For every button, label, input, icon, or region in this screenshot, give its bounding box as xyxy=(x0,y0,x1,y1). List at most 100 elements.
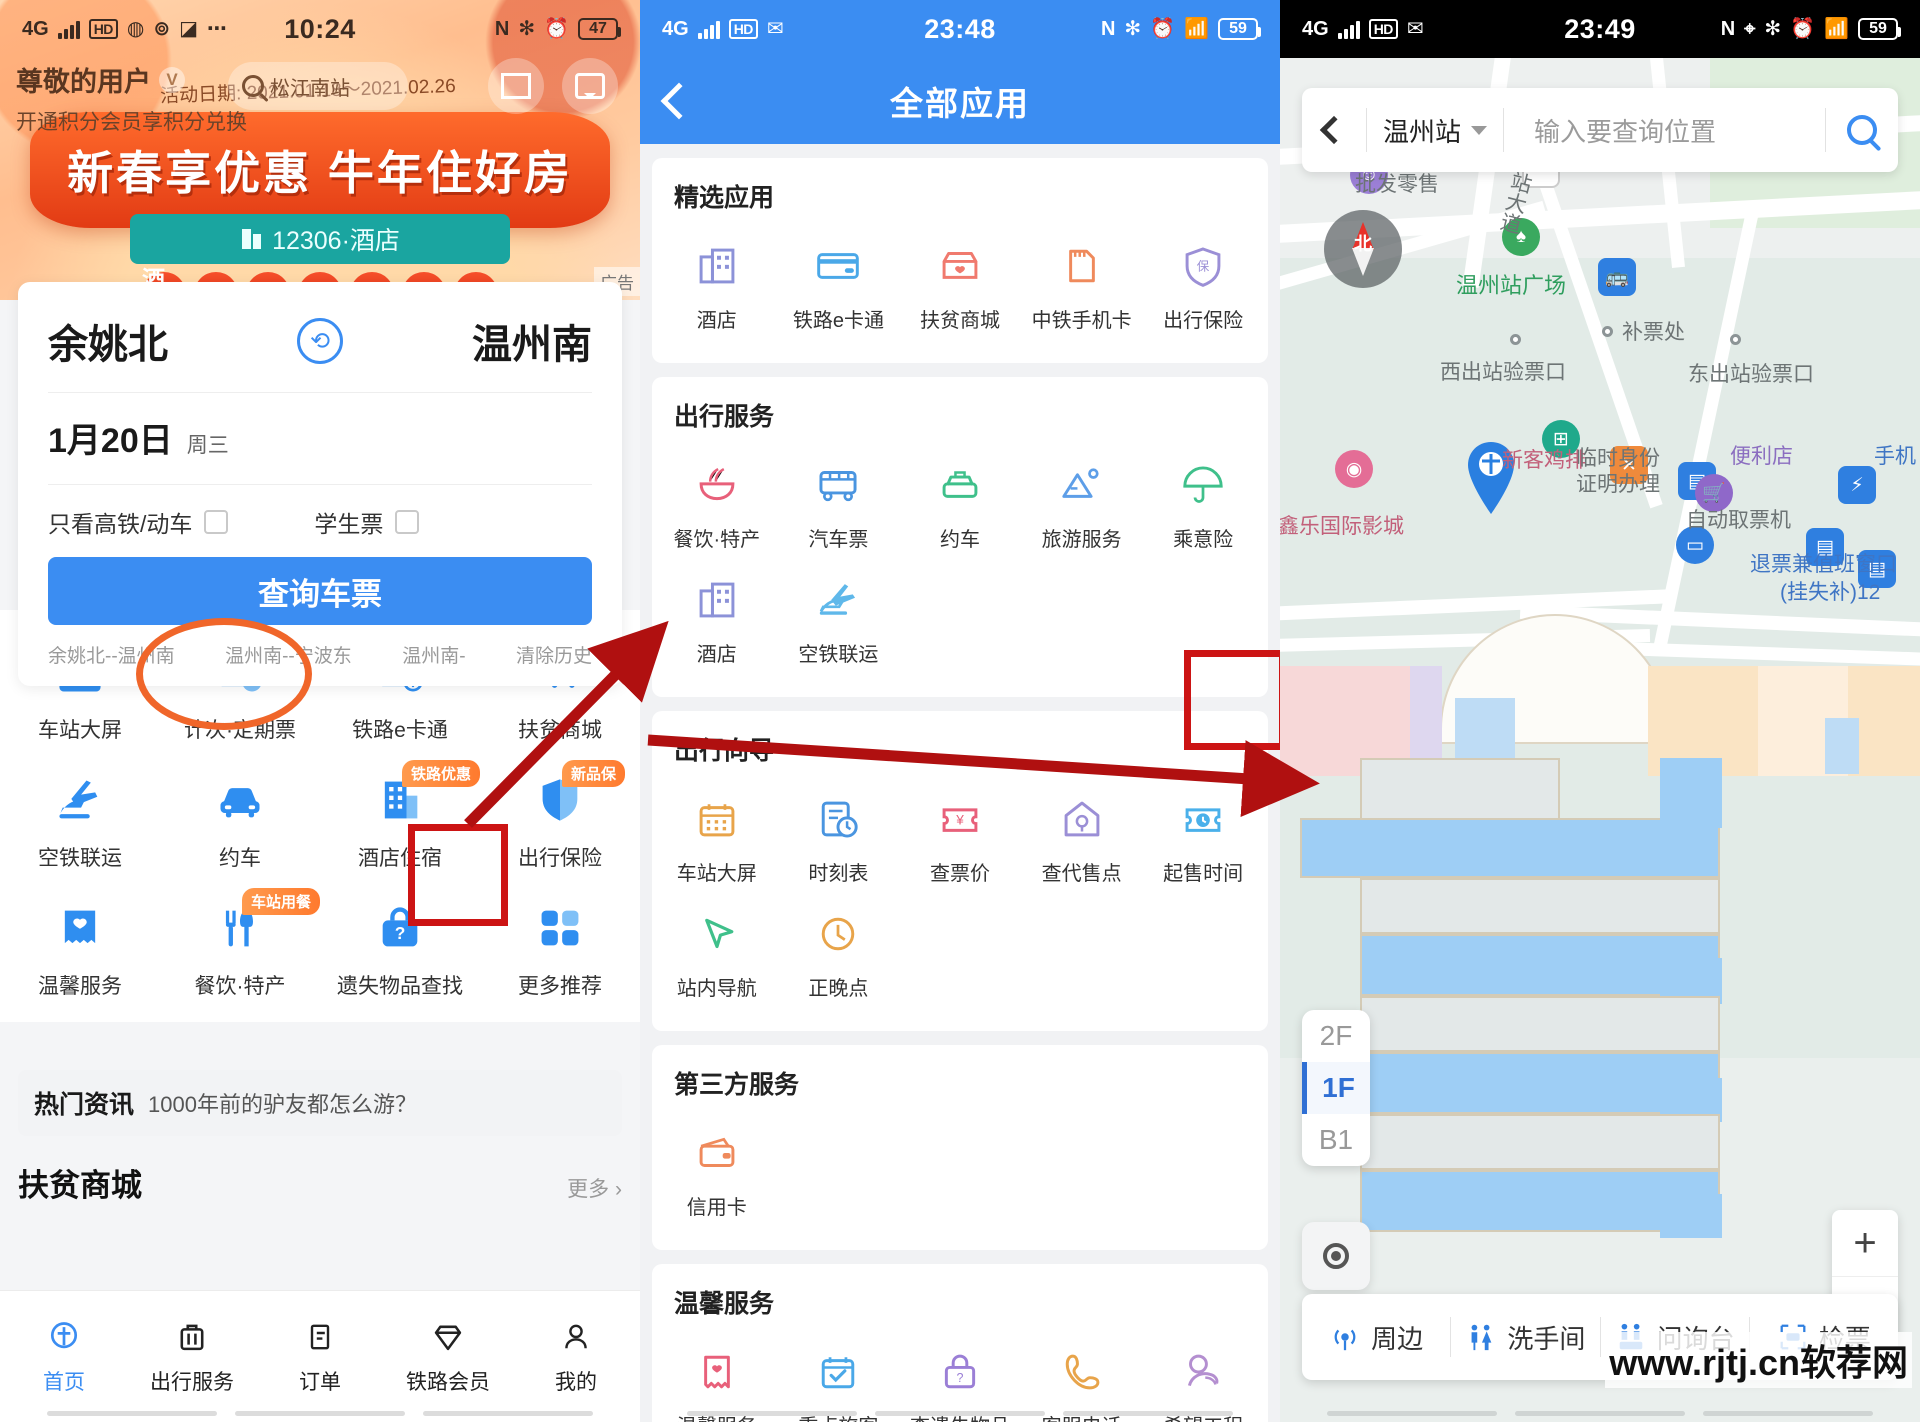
location-search-input[interactable]: 输入要查询位置 xyxy=(1504,112,1825,149)
ticket-clock-icon xyxy=(1177,793,1229,845)
locate-me-icon xyxy=(1323,1243,1349,1269)
battery-indicator: 47 xyxy=(578,18,621,40)
hotel-small-icon xyxy=(242,229,262,249)
student-option[interactable]: 学生票 xyxy=(314,505,420,539)
map-label-5: 西出站验票口 xyxy=(1440,361,1566,384)
calendar-board-icon xyxy=(691,793,743,845)
app-hotel[interactable]: 酒店 xyxy=(656,224,778,339)
app-sim-card[interactable]: 中铁手机卡 xyxy=(1021,224,1143,339)
home-indicator-panel3 xyxy=(1280,1411,1920,1416)
locate-me-button[interactable] xyxy=(1302,1222,1370,1290)
high-speed-checkbox[interactable] xyxy=(204,510,229,534)
three-panel-screenshot: 活动日期: 2021.01.18～2021.02.26 新春享优惠 牛年住好房 … xyxy=(0,0,1920,1422)
app-punctuality[interactable]: 正晚点 xyxy=(778,892,900,1007)
floor-option-2f[interactable]: 2F xyxy=(1302,1010,1370,1062)
app-accident-insurance[interactable]: 乘意险 xyxy=(1142,443,1264,558)
back-button[interactable] xyxy=(1302,115,1366,145)
grid-item-ride-hailing[interactable]: 约车 xyxy=(160,756,320,884)
app-label: 空铁联运 xyxy=(798,644,879,666)
app-timetable[interactable]: 时刻表 xyxy=(778,777,900,892)
grid-label: 温馨服务 xyxy=(38,975,122,998)
tab-home[interactable]: 首页 xyxy=(0,1291,128,1422)
app-rail-ecard[interactable]: 铁路e卡通 xyxy=(778,224,900,339)
to-station[interactable]: 温州南 xyxy=(472,312,592,370)
zoom-in-button[interactable]: + xyxy=(1832,1210,1898,1276)
timetable-clock-icon xyxy=(812,793,864,845)
action-label: 周边 xyxy=(1371,1323,1424,1354)
greeting-text: 尊敬的用户 xyxy=(16,67,151,97)
app-air-rail[interactable]: 空铁联运 xyxy=(778,558,900,673)
app-ride-hailing[interactable]: 约车 xyxy=(899,443,1021,558)
app-hotel-2[interactable]: 酒店 xyxy=(656,558,778,673)
svg-text:¥: ¥ xyxy=(955,813,964,828)
section-more-link[interactable]: 更多 › xyxy=(567,1173,622,1203)
poi-bus-stop-icon[interactable]: 🚌 xyxy=(1598,258,1636,296)
query-tickets-button[interactable]: 查询车票 xyxy=(48,557,592,625)
app-service-phone[interactable]: 客服电话 xyxy=(1021,1330,1143,1422)
tab-orders[interactable]: 订单 xyxy=(256,1291,384,1422)
grid-item-air-rail[interactable]: 空铁联运 xyxy=(0,756,160,884)
app-bus-ticket[interactable]: 汽车票 xyxy=(778,443,900,558)
station-selector[interactable]: 温州站 xyxy=(1367,112,1503,149)
app-key-passenger[interactable]: 重点旅客 xyxy=(778,1330,900,1422)
hot-news-bar[interactable]: 热门资讯 1000年前的驴友都怎么游？ xyxy=(18,1070,622,1136)
status-bar-panel3: 4G HD ✉ 23:49 N ⌖ ✻ ⏰ 📶 59 xyxy=(1280,0,1920,58)
floor-option-1f[interactable]: 1F xyxy=(1302,1062,1370,1114)
section-title: 温馨服务 xyxy=(674,1290,775,1318)
ticket-search-card: 余姚北 ⟲ 温州南 1月20日 周三 只看高铁/动车 学生票 查询车票 余姚北-… xyxy=(18,282,622,686)
student-label: 学生票 xyxy=(314,511,384,537)
scan-button[interactable] xyxy=(488,58,544,114)
app-agency[interactable]: 查代售点 xyxy=(1021,777,1143,892)
diamond-icon xyxy=(430,1317,466,1357)
app-poverty-mall[interactable]: 扶贫商城 xyxy=(899,224,1021,339)
swap-station-icon[interactable]: ⟲ xyxy=(297,318,343,364)
tab-travel-service[interactable]: 出行服务 xyxy=(128,1291,256,1422)
compass-control[interactable]: 北 xyxy=(1324,210,1402,288)
app-warm-service[interactable]: 温馨服务 xyxy=(656,1330,778,1422)
svg-text:?: ? xyxy=(957,1371,964,1385)
bus-icon xyxy=(812,459,864,511)
clock-icon xyxy=(812,908,864,960)
app-credit-card[interactable]: 信用卡 xyxy=(656,1111,778,1226)
app-sale-time[interactable]: 起售时间 xyxy=(1142,777,1264,892)
date-row[interactable]: 1月20日 周三 xyxy=(48,393,592,484)
search-button[interactable] xyxy=(1826,115,1898,145)
student-checkbox[interactable] xyxy=(395,510,420,534)
app-label: 旅游服务 xyxy=(1041,529,1122,551)
message-button[interactable] xyxy=(562,58,618,114)
app-ticket-price[interactable]: ¥ 查票价 xyxy=(899,777,1021,892)
app-travel-insurance[interactable]: 保 出行保险 xyxy=(1142,224,1264,339)
badge-new-product: 新品保 xyxy=(562,760,626,787)
app-hope-project[interactable]: 希望工程 xyxy=(1142,1330,1264,1422)
action-restroom[interactable]: 洗手间 xyxy=(1451,1319,1599,1356)
heart-service-icon xyxy=(52,900,108,956)
poi-cinema-icon[interactable]: ◉ xyxy=(1335,450,1373,488)
mail-icon: ✉ xyxy=(1406,18,1424,40)
wechat-icon: ◍ xyxy=(126,18,145,40)
app-label: 酒店 xyxy=(696,310,737,332)
station-name: 温州站 xyxy=(1383,116,1462,147)
hd-icon: HD xyxy=(728,19,758,39)
tab-profile[interactable]: 我的 xyxy=(512,1291,640,1422)
app-station-navigation[interactable]: 站内导航 xyxy=(656,892,778,1007)
poi-phone-charge-icon[interactable]: ⚡ xyxy=(1838,466,1876,504)
app-station-board[interactable]: 车站大屏 xyxy=(656,777,778,892)
umbrella-icon xyxy=(1177,459,1229,511)
action-nearby[interactable]: 周边 xyxy=(1302,1319,1450,1356)
grid-item-warm-service[interactable]: 温馨服务 xyxy=(0,884,160,1012)
tab-rail-member[interactable]: 铁路会员 xyxy=(384,1291,512,1422)
app-lost-found[interactable]: ? 查遗失物品 xyxy=(899,1330,1021,1422)
svg-text:?: ? xyxy=(395,923,406,943)
floor-option-b1[interactable]: B1 xyxy=(1302,1114,1370,1166)
banner-search-input[interactable]: 松江南站 xyxy=(228,62,408,110)
from-station[interactable]: 余姚北 xyxy=(48,312,168,370)
grid-item-dining[interactable]: 车站用餐 餐饮·特产 xyxy=(160,884,321,1012)
app-dining[interactable]: 餐饮·特产 xyxy=(656,443,778,558)
app-label: 酒店 xyxy=(696,644,737,666)
page-title: 全部应用 xyxy=(890,85,1030,122)
grid-label: 更多推荐 xyxy=(518,975,602,998)
clear-history-button[interactable]: 清除历史 xyxy=(516,641,592,668)
high-speed-option[interactable]: 只看高铁/动车 xyxy=(48,505,229,539)
history-item-2[interactable]: 温州南- xyxy=(402,641,465,668)
app-tourism[interactable]: 旅游服务 xyxy=(1021,443,1143,558)
